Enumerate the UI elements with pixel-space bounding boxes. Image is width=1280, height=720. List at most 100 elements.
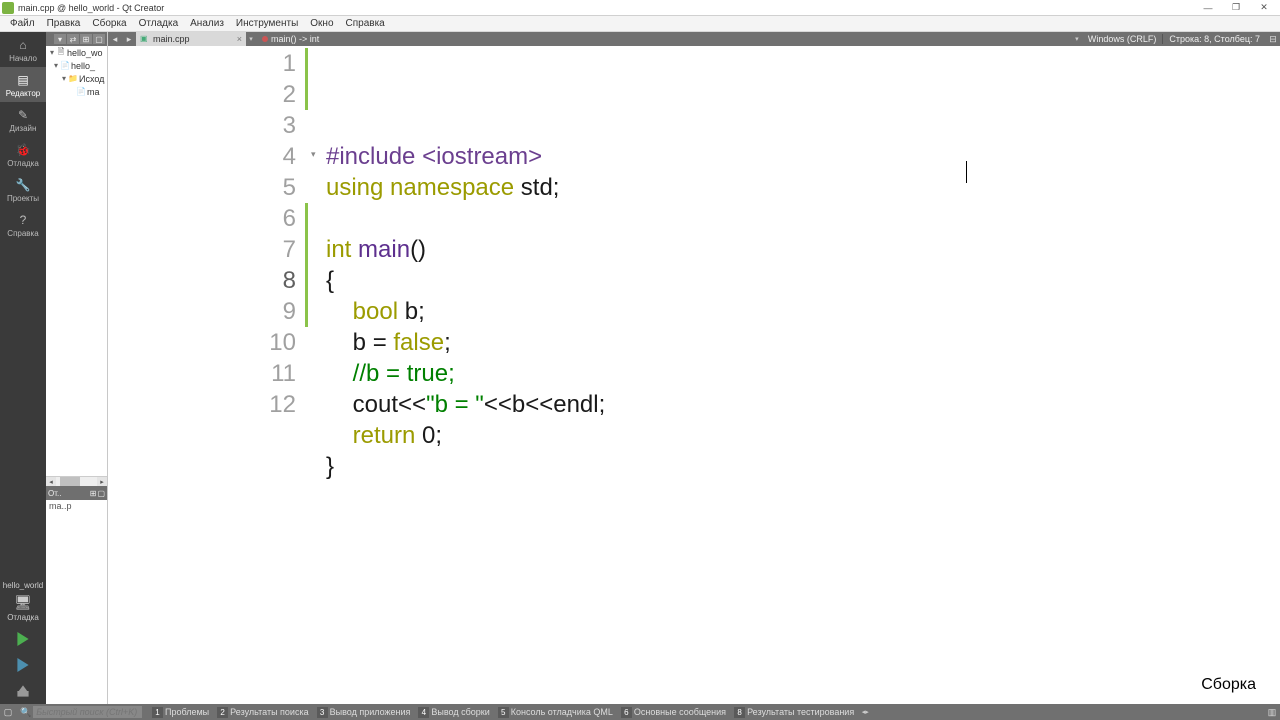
line-gutter[interactable]: 123456789101112	[108, 46, 308, 704]
code-content[interactable]: #include <iostream>using namespace std; i…	[326, 46, 1280, 704]
fold-toggle-icon[interactable]: ▾	[311, 149, 316, 160]
code-line[interactable]: using namespace std;	[326, 172, 1280, 203]
menu-analyze[interactable]: Анализ	[184, 18, 230, 29]
menu-debug[interactable]: Отладка	[133, 18, 185, 29]
close-panel-icon[interactable]: ▢	[93, 34, 105, 44]
build-progress-badge[interactable]: Сборка	[1201, 676, 1256, 694]
target-config[interactable]: Отладка	[0, 613, 46, 626]
code-editor[interactable]: 123456789101112 ▾ #include <iostream>usi…	[108, 46, 1280, 704]
output-pane-3[interactable]: 3Вывод приложения	[313, 704, 415, 720]
cursor-pos-label[interactable]: Строка: 8, Столбец: 7	[1163, 34, 1266, 44]
code-line[interactable]: int main()	[326, 234, 1280, 265]
close-button[interactable]: ✕	[1250, 1, 1278, 15]
window-titlebar: main.cpp @ hello_world - Qt Creator — ❐ …	[0, 0, 1280, 16]
crumb-dropdown-icon[interactable]: ▾	[1072, 35, 1082, 43]
symbol-dot-icon	[262, 36, 268, 42]
quick-search-input[interactable]	[33, 706, 142, 718]
filter-icon[interactable]: ▾	[54, 34, 66, 44]
pane-label: Вывод приложения	[330, 707, 411, 717]
code-line[interactable]: #include <iostream>	[326, 141, 1280, 172]
code-line[interactable]: return 0;	[326, 420, 1280, 451]
outline-item[interactable]: ma..p	[46, 500, 107, 512]
code-line[interactable]: {	[326, 265, 1280, 296]
outline-split-icon[interactable]: ⊞	[90, 489, 97, 498]
line-number[interactable]: 7	[108, 234, 308, 265]
menu-help[interactable]: Справка	[340, 18, 391, 29]
mode-Начало[interactable]: ⌂Начало	[0, 32, 46, 67]
line-number[interactable]: 2	[108, 79, 308, 110]
quick-search[interactable]: 🔍	[16, 704, 146, 720]
line-number[interactable]: 5	[108, 172, 308, 203]
scroll-left-icon[interactable]: ◂	[46, 477, 56, 486]
statusbar: ▢ 🔍 1Проблемы2Результаты поиска3Вывод пр…	[0, 704, 1280, 720]
outline-title: От..	[48, 489, 61, 498]
editor-split-icon[interactable]: ⊟	[1266, 34, 1280, 45]
line-number[interactable]: 6	[108, 203, 308, 234]
line-number[interactable]: 9	[108, 296, 308, 327]
code-line[interactable]	[326, 482, 1280, 513]
tab-dropdown-icon[interactable]: ▾	[246, 35, 256, 43]
code-line[interactable]: }	[326, 451, 1280, 482]
line-number[interactable]: 4	[108, 141, 308, 172]
menu-edit[interactable]: Правка	[41, 18, 87, 29]
output-pane-2[interactable]: 2Результаты поиска	[213, 704, 312, 720]
sidebar-toggle-icon[interactable]: ▥	[1266, 706, 1278, 718]
line-number[interactable]: 8	[108, 265, 308, 296]
outline-panel[interactable]: ma..p	[46, 500, 107, 704]
run-debug-button[interactable]	[0, 652, 46, 678]
tree-item[interactable]: 📄ma	[46, 85, 107, 98]
scroll-thumb[interactable]	[60, 477, 80, 486]
scroll-right-icon[interactable]: ▸	[97, 477, 107, 486]
mode-Справка[interactable]: ?Справка	[0, 207, 46, 242]
tree-item[interactable]: ▾📄hello_	[46, 59, 107, 72]
file-tab[interactable]: ▣ main.cpp ×	[136, 32, 246, 46]
tree-root[interactable]: ▾🗎hello_wo	[46, 46, 107, 59]
line-number[interactable]: 11	[108, 358, 308, 389]
menu-window[interactable]: Окно	[304, 18, 339, 29]
line-number[interactable]: 12	[108, 389, 308, 420]
code-line[interactable]: cout<<"b = "<<b<<endl;	[326, 389, 1280, 420]
symbol-crumb[interactable]: main() -> int	[256, 34, 325, 44]
menu-tools[interactable]: Инструменты	[230, 18, 304, 29]
mode-Дизайн[interactable]: ✎Дизайн	[0, 102, 46, 137]
mode-Отладка[interactable]: 🐞Отладка	[0, 137, 46, 172]
run-button[interactable]	[0, 626, 46, 652]
line-number[interactable]: 10	[108, 327, 308, 358]
output-pane-4[interactable]: 4Вывод сборки	[414, 704, 493, 720]
code-line[interactable]: b = false;	[326, 327, 1280, 358]
menu-build[interactable]: Сборка	[86, 18, 132, 29]
monitor-icon[interactable]: 🖥	[0, 591, 46, 613]
nav-fwd-button[interactable]: ▸	[122, 33, 136, 45]
target-project[interactable]: hello_world	[0, 579, 46, 591]
line-number[interactable]: 1	[108, 48, 308, 79]
fold-column[interactable]: ▾	[308, 46, 326, 704]
cpp-file-icon: ▣	[140, 34, 150, 44]
tree-item[interactable]: ▾📁Исход	[46, 72, 107, 85]
output-pane-1[interactable]: 1Проблемы	[148, 704, 213, 720]
code-line[interactable]: //b = true;	[326, 358, 1280, 389]
nav-back-button[interactable]: ◂	[108, 33, 122, 45]
code-line[interactable]	[326, 203, 1280, 234]
menu-file[interactable]: Файл	[4, 18, 41, 29]
panes-more-icon[interactable]: ◂▸	[860, 708, 870, 716]
build-button[interactable]	[0, 678, 46, 704]
sync-icon[interactable]: ⇄	[67, 34, 79, 44]
panes-toggle-icon[interactable]: ▢	[2, 706, 14, 718]
outline-close-icon[interactable]: ▢	[97, 489, 105, 498]
app-icon	[2, 2, 14, 14]
line-number[interactable]: 3	[108, 110, 308, 141]
code-line[interactable]: bool b;	[326, 296, 1280, 327]
maximize-button[interactable]: ❐	[1222, 1, 1250, 15]
output-pane-5[interactable]: 5Консоль отладчика QML	[494, 704, 617, 720]
output-pane-8[interactable]: 8Результаты тестирования	[730, 704, 858, 720]
tab-close-icon[interactable]: ×	[237, 34, 242, 44]
search-icon: 🔍	[20, 706, 31, 718]
encoding-label[interactable]: Windows (CRLF)	[1082, 34, 1163, 44]
split-icon[interactable]: ⊞	[80, 34, 92, 44]
minimize-button[interactable]: —	[1194, 1, 1222, 15]
output-pane-6[interactable]: 6Основные сообщения	[617, 704, 730, 720]
tree-hscroll[interactable]: ◂ ▸	[46, 476, 107, 486]
project-tree[interactable]: ▾🗎hello_wo ▾📄hello_▾📁Исход📄ma	[46, 46, 107, 476]
mode-Проекты[interactable]: 🔧Проекты	[0, 172, 46, 207]
mode-Редактор[interactable]: ▤Редактор	[0, 67, 46, 102]
